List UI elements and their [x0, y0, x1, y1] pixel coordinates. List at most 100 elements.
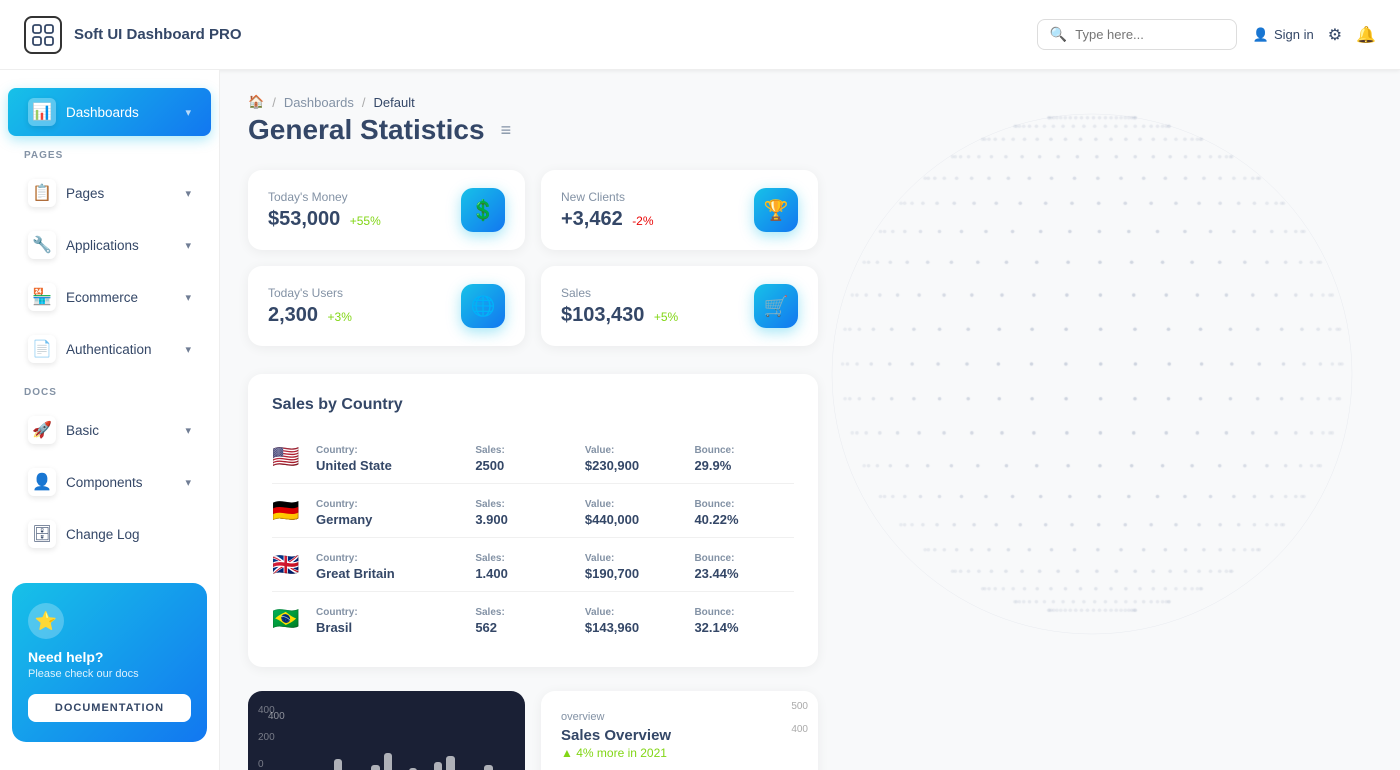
stats-grid: Today's Money $53,000 +55% 💲 New Clients… — [248, 170, 818, 346]
bc-dashboards: Dashboards — [284, 95, 354, 110]
stat-label-sales: Sales — [561, 286, 678, 300]
app-title: Soft UI Dashboard PRO — [74, 26, 242, 43]
bar — [371, 765, 380, 770]
bell-icon[interactable]: 🔔 — [1356, 25, 1376, 45]
bounce-gb: 23.44% — [694, 566, 794, 581]
stat-label-clients: New Clients — [561, 190, 654, 204]
stat-value-money: $53,000 — [268, 208, 340, 230]
bars-container — [296, 738, 505, 770]
chevron-down-icon: ▾ — [185, 291, 191, 304]
sidebar-item-dashboards[interactable]: 📊 Dashboards ▾ — [8, 88, 211, 136]
sales-de: 3.900 — [475, 512, 575, 527]
bar — [334, 759, 343, 770]
flag-us: 🇺🇸 — [272, 444, 306, 470]
search-box[interactable]: 🔍 — [1037, 19, 1237, 50]
stat-value-sales: $103,430 — [561, 304, 644, 326]
sales-us: 2500 — [475, 458, 575, 473]
sidebar-item-applications[interactable]: 🔧 Applications ▾ — [8, 221, 211, 269]
sidebar-item-components[interactable]: 👤 Components ▾ — [8, 458, 211, 506]
globe-decoration — [772, 94, 1372, 714]
table-row: 🇺🇸 Country: United State Sales: 2500 Val… — [272, 430, 794, 484]
signin-button[interactable]: 👤 Sign in — [1253, 27, 1314, 43]
stat-change-clients: -2% — [632, 214, 653, 228]
stat-icon-sales: 🛒 — [754, 284, 798, 328]
bounce-us: 29.9% — [694, 458, 794, 473]
country-name-us: United State — [316, 458, 465, 473]
topnav-left: Soft UI Dashboard PRO — [24, 16, 242, 54]
bar — [484, 765, 493, 770]
basic-icon: 🚀 — [28, 416, 56, 444]
chevron-down-icon: ▾ — [185, 476, 191, 489]
stat-change-money: +55% — [350, 214, 381, 228]
ecommerce-icon: 🏪 — [28, 283, 56, 311]
table-row: 🇩🇪 Country: Germany Sales: 3.900 Value: … — [272, 484, 794, 538]
search-input[interactable] — [1075, 27, 1224, 42]
value-br: $143,960 — [585, 620, 685, 635]
topnav-actions: 👤 Sign in ⚙ 🔔 — [1253, 25, 1376, 45]
stat-card-sales: Sales $103,430 +5% 🛒 — [541, 266, 818, 346]
applications-icon: 🔧 — [28, 231, 56, 259]
bar — [434, 762, 443, 770]
docs-section-label: DOCS — [0, 375, 219, 404]
settings-icon[interactable]: ⚙ — [1328, 25, 1342, 45]
help-subtitle: Please check our docs — [28, 668, 191, 680]
user-icon: 👤 — [1253, 27, 1269, 43]
home-icon: 🏠 — [248, 94, 264, 110]
country-name-br: Brasil — [316, 620, 465, 635]
sales-overview-card: overview Sales Overview ▲ 4% more in 202… — [541, 691, 818, 770]
flag-gb: 🇬🇧 — [272, 552, 306, 578]
y-axis: 400 200 0 — [258, 705, 275, 770]
chevron-down-icon: ▾ — [185, 106, 191, 119]
sales-br: 562 — [475, 620, 575, 635]
sidebar-item-label: Basic — [66, 423, 99, 438]
stat-value-users: 2,300 — [268, 304, 318, 326]
stat-card-money: Today's Money $53,000 +55% 💲 — [248, 170, 525, 250]
sales-overview-subtitle: ▲ 4% more in 2021 — [561, 746, 798, 760]
country-table: 🇺🇸 Country: United State Sales: 2500 Val… — [272, 430, 794, 645]
stat-label-users: Today's Users — [268, 286, 352, 300]
value-de: $440,000 — [585, 512, 685, 527]
sales-by-country-title: Sales by Country — [272, 396, 794, 414]
pages-section-label: PAGES — [0, 138, 219, 167]
topnav: Soft UI Dashboard PRO 🔍 👤 Sign in ⚙ 🔔 — [0, 0, 1400, 70]
y-axis-labels: 500 400 — [791, 701, 808, 735]
bc-default: Default — [374, 95, 415, 110]
dashboards-icon: 📊 — [28, 98, 56, 126]
sidebar-item-ecommerce[interactable]: 🏪 Ecommerce ▾ — [8, 273, 211, 321]
value-gb: $190,700 — [585, 566, 685, 581]
chart-subtitle-label: overview — [561, 711, 798, 723]
page-title: General Statistics — [248, 114, 485, 146]
bar-chart — [296, 738, 505, 770]
sidebar-item-label: Change Log — [66, 527, 140, 542]
line-chart-svg — [541, 766, 818, 770]
hamburger-icon[interactable]: ≡ — [501, 120, 512, 141]
chevron-down-icon: ▾ — [185, 239, 191, 252]
bounce-de: 40.22% — [694, 512, 794, 527]
sales-overview-title: Sales Overview — [561, 727, 798, 744]
value-us: $230,900 — [585, 458, 685, 473]
stat-label-money: Today's Money — [268, 190, 381, 204]
help-star-icon: ⭐ — [28, 603, 64, 639]
sidebar-item-changelog[interactable]: 🗄 Change Log — [8, 510, 211, 558]
sidebar: 📊 Dashboards ▾ PAGES 📋 Pages ▾ 🔧 Applica… — [0, 70, 220, 770]
sidebar-item-basic[interactable]: 🚀 Basic ▾ — [8, 406, 211, 454]
sidebar-item-label: Authentication — [66, 342, 152, 357]
sales-gb: 1.400 — [475, 566, 575, 581]
topnav-right: 🔍 👤 Sign in ⚙ 🔔 — [1037, 19, 1376, 50]
country-name-de: Germany — [316, 512, 465, 527]
sidebar-item-label: Applications — [66, 238, 139, 253]
layout: 📊 Dashboards ▾ PAGES 📋 Pages ▾ 🔧 Applica… — [0, 70, 1400, 770]
stat-icon-users: 🌐 — [461, 284, 505, 328]
sidebar-item-pages[interactable]: 📋 Pages ▾ — [8, 169, 211, 217]
table-row: 🇧🇷 Country: Brasil Sales: 562 Value: $14… — [272, 592, 794, 645]
bottom-charts: 400 400 200 0 ove — [248, 691, 818, 770]
sidebar-item-label: Pages — [66, 186, 104, 201]
chevron-down-icon: ▾ — [185, 343, 191, 356]
documentation-button[interactable]: DOCUMENTATION — [28, 694, 191, 722]
authentication-icon: 📄 — [28, 335, 56, 363]
sales-by-country-card: Sales by Country 🇺🇸 Country: United Stat… — [248, 374, 818, 667]
stat-icon-money: 💲 — [461, 188, 505, 232]
sidebar-item-authentication[interactable]: 📄 Authentication ▾ — [8, 325, 211, 373]
help-title: Need help? — [28, 649, 191, 665]
sidebar-item-label: Ecommerce — [66, 290, 138, 305]
